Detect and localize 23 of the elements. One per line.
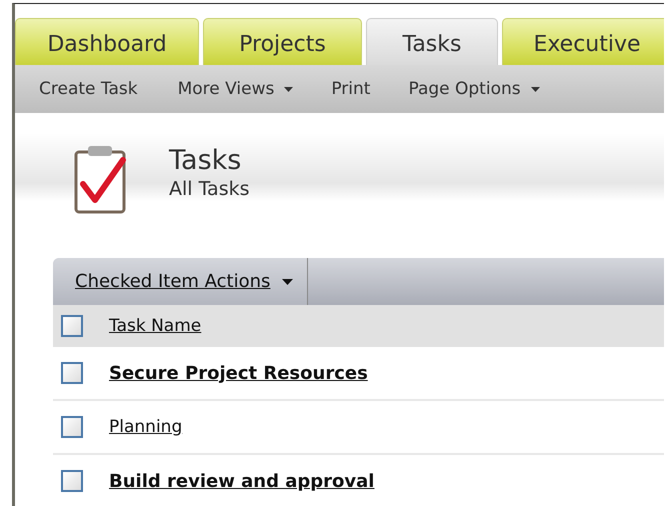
nav-tab[interactable]: Projects	[203, 18, 362, 65]
task-link[interactable]: Build review and approval	[109, 470, 374, 492]
nav-tab[interactable]: Dashboard	[15, 18, 199, 65]
task-link[interactable]: Secure Project Resources	[109, 362, 368, 384]
clipboard-check-icon	[73, 144, 127, 216]
checkbox[interactable]	[61, 416, 83, 438]
task-link[interactable]: Planning	[109, 417, 182, 437]
nav-tab[interactable]: Executive	[502, 18, 664, 65]
checkbox[interactable]	[61, 470, 83, 492]
toolbar-button[interactable]: Create Task	[39, 79, 138, 99]
checkbox[interactable]	[61, 315, 83, 337]
page-title: Tasks	[169, 146, 242, 176]
column-header[interactable]: Task Name	[109, 316, 202, 336]
checkbox[interactable]	[61, 362, 83, 384]
actions-dropdown[interactable]: Checked Item Actions	[53, 258, 308, 305]
toolbar-button[interactable]: Page Options	[408, 79, 540, 99]
toolbar-button[interactable]: Print	[331, 79, 370, 99]
caret-icon	[530, 86, 540, 92]
caret-icon	[282, 278, 294, 284]
caret-icon	[284, 86, 294, 92]
toolbar-button[interactable]: More Views	[178, 79, 294, 99]
nav-tab[interactable]: Tasks	[366, 18, 498, 65]
page-subtitle: All Tasks	[169, 178, 250, 200]
